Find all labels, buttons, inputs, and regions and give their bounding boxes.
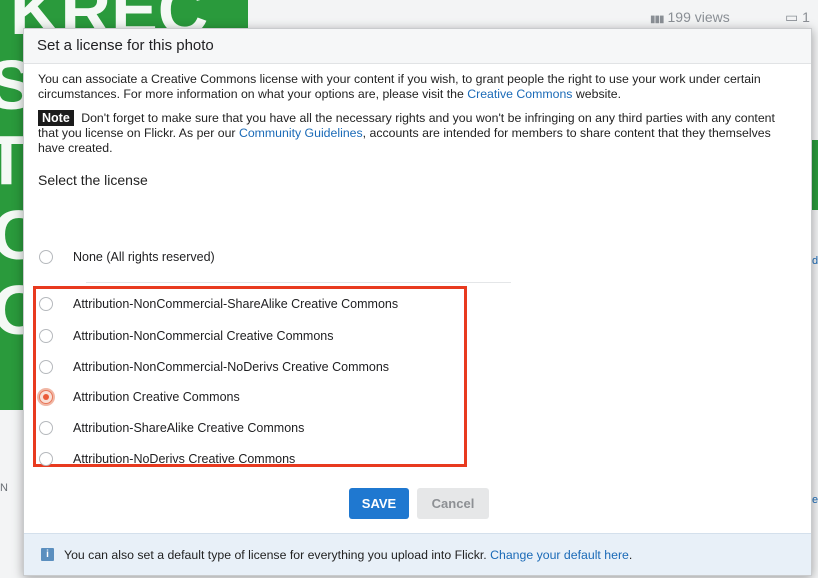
license-option-none[interactable]: None (All rights reserved) bbox=[39, 246, 215, 268]
save-button[interactable]: SAVE bbox=[349, 488, 409, 519]
license-option-label: Attribution Creative Commons bbox=[73, 390, 240, 404]
background-green-strip bbox=[811, 140, 818, 210]
license-option-label: Attribution-NonCommercial-ShareAlike Cre… bbox=[73, 297, 399, 311]
cancel-button[interactable]: Cancel bbox=[417, 488, 489, 519]
comments-count: ▭ 1 bbox=[785, 9, 810, 25]
select-license-heading: Select the license bbox=[38, 172, 148, 188]
license-dialog: Set a license for this photo You can ass… bbox=[23, 28, 812, 576]
views-icon: ▮▮▮ bbox=[650, 14, 664, 25]
change-default-link[interactable]: Change your default here bbox=[490, 548, 629, 562]
license-option-label: Attribution-NoDerivs Creative Commons bbox=[73, 452, 296, 466]
comment-icon: ▭ bbox=[785, 9, 799, 25]
background-text: d bbox=[812, 255, 818, 267]
license-option-label: Attribution-NonCommercial-NoDerivs Creat… bbox=[73, 360, 390, 374]
license-option-by-nd[interactable]: Attribution-NoDerivs Creative Commons bbox=[39, 448, 295, 470]
radio-button[interactable] bbox=[39, 250, 53, 264]
radio-button[interactable] bbox=[39, 329, 53, 343]
divider bbox=[86, 282, 511, 283]
info-icon: i bbox=[41, 548, 54, 561]
radio-button-selected[interactable] bbox=[39, 390, 53, 404]
license-option-by[interactable]: Attribution Creative Commons bbox=[39, 386, 240, 408]
note-paragraph: Note Don't forget to make sure that you … bbox=[38, 110, 775, 155]
radio-button[interactable] bbox=[39, 360, 53, 374]
background-text: N bbox=[0, 482, 8, 494]
license-option-label: None (All rights reserved) bbox=[73, 250, 215, 264]
license-option-by-sa[interactable]: Attribution-ShareAlike Creative Commons bbox=[39, 417, 304, 439]
note-badge: Note bbox=[38, 110, 74, 126]
radio-button[interactable] bbox=[39, 421, 53, 435]
license-option-label: Attribution-ShareAlike Creative Commons bbox=[73, 421, 305, 435]
views-count: ▮▮▮ 199 views bbox=[650, 9, 730, 25]
radio-button[interactable] bbox=[39, 297, 53, 311]
license-option-by-nc[interactable]: Attribution-NonCommercial Creative Commo… bbox=[39, 325, 334, 347]
community-guidelines-link[interactable]: Community Guidelines bbox=[239, 126, 363, 140]
background-text: e bbox=[812, 494, 818, 506]
radio-button[interactable] bbox=[39, 452, 53, 466]
dialog-footer: i You can also set a default type of lic… bbox=[24, 533, 811, 575]
license-option-by-nc-sa[interactable]: Attribution-NonCommercial-ShareAlike Cre… bbox=[39, 293, 398, 315]
license-option-label: Attribution-NonCommercial Creative Commo… bbox=[73, 329, 334, 343]
dialog-body: You can associate a Creative Commons lic… bbox=[24, 64, 811, 188]
dialog-title: Set a license for this photo bbox=[24, 29, 811, 64]
creative-commons-link[interactable]: Creative Commons bbox=[467, 87, 572, 101]
license-option-by-nc-nd[interactable]: Attribution-NonCommercial-NoDerivs Creat… bbox=[39, 356, 389, 378]
intro-paragraph: You can associate a Creative Commons lic… bbox=[38, 72, 761, 101]
footer-text: You can also set a default type of licen… bbox=[64, 547, 633, 562]
